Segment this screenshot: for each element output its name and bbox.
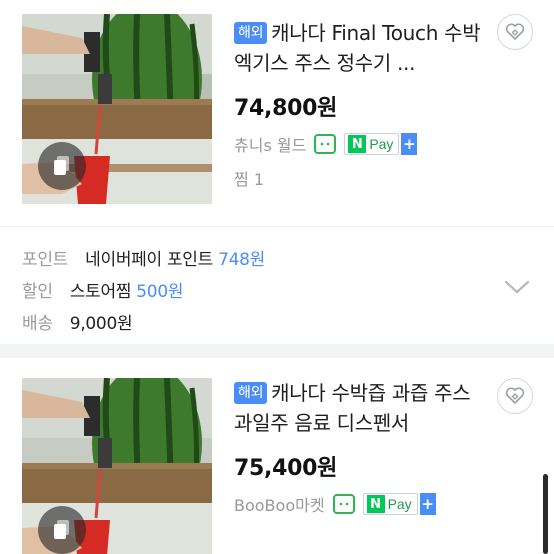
price-unit: 원	[317, 96, 338, 121]
npay-label: Pay	[387, 496, 412, 512]
discount-value: 스토어찜	[69, 282, 132, 302]
wish-number: 1	[253, 170, 265, 189]
product-thumbnail[interactable]	[22, 14, 212, 204]
seller-name[interactable]: 츄니s 월드	[234, 132, 306, 156]
product-info: 해외 캐나다 수박즙 과즙 주스 과일주 음료 디스펜서 75,400원 BooB…	[234, 378, 494, 517]
npay-badge: N Pay	[344, 133, 400, 155]
plus-badge: +	[419, 493, 436, 515]
shipping-value: 9,000원	[69, 314, 133, 334]
point-row: 포인트 네이버페이 포인트 748원	[22, 245, 265, 270]
price-value: 75,400	[234, 456, 318, 481]
scrollbar[interactable]	[543, 474, 548, 554]
product-title[interactable]: 해외 캐나다 수박즙 과즙 주스 과일주 음료 디스펜서	[234, 378, 494, 438]
image-count-icon	[38, 142, 86, 190]
product-info: 해외 캐나다 Final Touch 수박 엑기스 주스 정수기 ... 74,8…	[234, 18, 494, 190]
wishlist-heart-button[interactable]	[497, 14, 533, 50]
shipping-row: 배송 9,000원	[22, 309, 133, 334]
point-label: 포인트	[22, 250, 69, 270]
heart-icon	[505, 387, 525, 404]
product-price: 74,800원	[234, 90, 494, 122]
plus-badge: +	[401, 133, 418, 155]
point-amount: 748원	[218, 250, 265, 270]
expand-chevron-down-icon[interactable]	[504, 279, 530, 299]
section-divider	[0, 344, 554, 358]
product-thumbnail[interactable]	[22, 378, 212, 554]
npay-badge: N Pay	[362, 493, 418, 515]
product-card[interactable]: 해외 캐나다 Final Touch 수박 엑기스 주스 정수기 ... 74,8…	[0, 0, 554, 226]
talk-icon[interactable]	[314, 134, 337, 154]
point-value: 네이버페이 포인트	[85, 250, 213, 270]
heart-icon	[505, 23, 525, 40]
wish-label: 찜	[234, 170, 249, 189]
discount-amount: 500원	[136, 282, 184, 302]
product-card[interactable]: 해외 캐나다 수박즙 과즙 주스 과일주 음료 디스펜서 75,400원 BooB…	[0, 358, 554, 554]
seller-row: BooBoo마켓 N Pay +	[234, 491, 494, 517]
price-value: 74,800	[234, 96, 318, 121]
product-title-text[interactable]: 캐나다 수박즙 과즙 주스 과일주 음료 디스펜서	[234, 381, 471, 435]
wish-count: 찜 1	[234, 166, 494, 190]
seller-row: 츄니s 월드 N Pay +	[234, 131, 494, 157]
discount-row: 할인 스토어찜 500원	[22, 277, 183, 302]
overseas-badge: 해외	[234, 382, 268, 404]
npay-logo-icon: N	[366, 495, 385, 513]
product-price: 75,400원	[234, 450, 494, 482]
shipping-label: 배송	[22, 314, 53, 334]
product-title[interactable]: 해외 캐나다 Final Touch 수박 엑기스 주스 정수기 ...	[234, 18, 494, 78]
wishlist-heart-button[interactable]	[497, 378, 533, 414]
discount-label: 할인	[22, 282, 53, 302]
talk-icon[interactable]	[332, 494, 355, 514]
image-count-icon	[38, 506, 86, 554]
product-title-text[interactable]: 캐나다 Final Touch 수박 엑기스 주스 정수기 ...	[234, 21, 481, 75]
npay-label: Pay	[369, 136, 394, 152]
price-unit: 원	[317, 456, 338, 481]
npay-logo-icon: N	[348, 135, 367, 153]
seller-name[interactable]: BooBoo마켓	[234, 492, 325, 516]
benefits-section: 포인트 네이버페이 포인트 748원 할인 스토어찜 500원 배송 9,000…	[0, 226, 554, 344]
overseas-badge: 해외	[234, 22, 268, 44]
